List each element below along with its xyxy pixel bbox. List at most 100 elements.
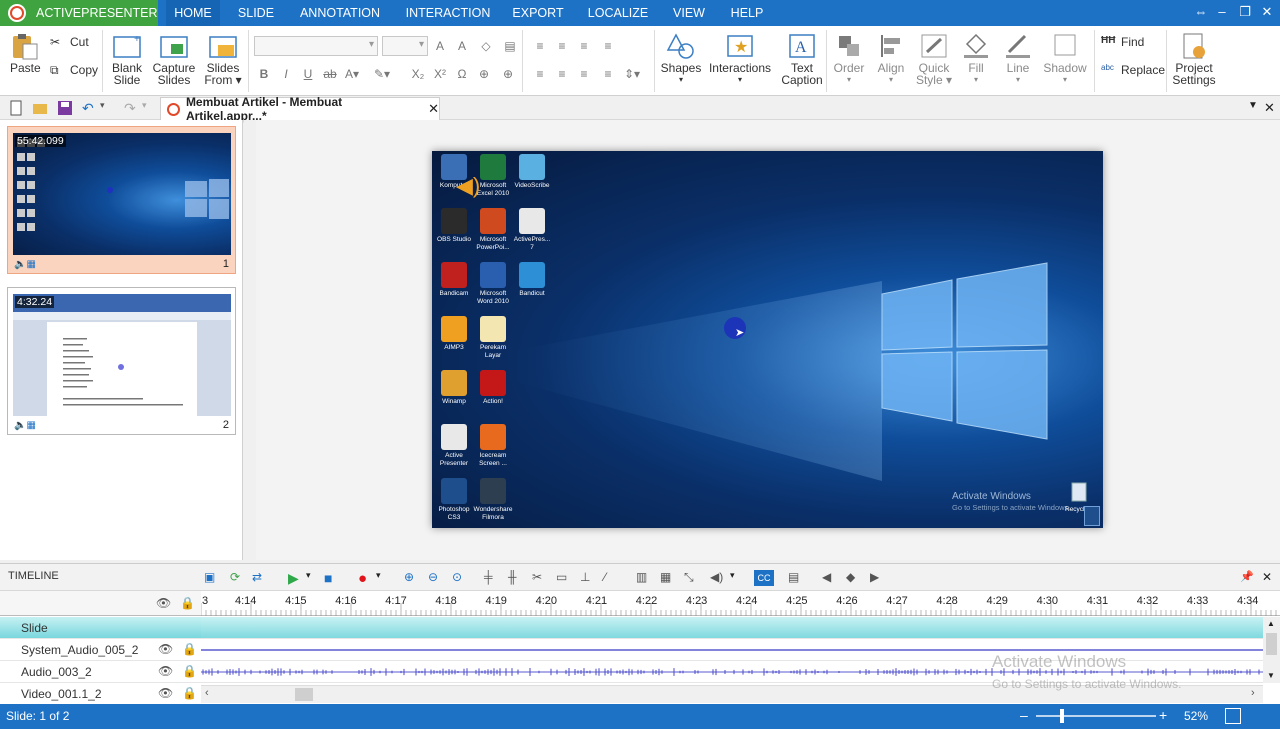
menu-annotation[interactable]: ANNOTATION (292, 0, 388, 26)
menu-localize[interactable]: LOCALIZE (580, 0, 656, 26)
underline-icon[interactable]: U (300, 66, 316, 82)
quick-style-button[interactable]: Quick Style ▾ (914, 32, 954, 86)
crop-icon[interactable]: ▭ (556, 570, 572, 586)
play-icon[interactable]: ▶ (288, 570, 304, 586)
align-button[interactable]: Align ▾ (872, 32, 910, 86)
capture-slides-button[interactable]: Capture Slides (152, 32, 196, 86)
zoom-out-icon[interactable]: ⊖ (428, 570, 444, 586)
desktop-icon[interactable]: Perekam Layar (473, 316, 513, 360)
menu-interaction[interactable]: INTERACTION (400, 0, 496, 26)
track-visibility-icon[interactable]: 👁 (158, 664, 173, 678)
redo-dropdown-icon[interactable]: ▾ (142, 100, 158, 116)
desktop-icon[interactable]: Photoshop CS3 (434, 478, 474, 522)
decrease-indent-icon[interactable]: ≡ (576, 38, 592, 54)
font-size-combo[interactable] (382, 36, 428, 56)
minimize-icon[interactable]: – (1214, 4, 1230, 20)
desktop-icon[interactable]: Bandicam (434, 262, 474, 298)
desktop-icon[interactable]: ActivePres... 7 (512, 208, 552, 252)
track-lock-icon[interactable]: 🔒 (182, 642, 197, 656)
zoom-slider[interactable] (1036, 715, 1156, 717)
restore-toolbar-icon[interactable]: ⇔ (1193, 4, 1209, 20)
subscript-icon[interactable]: X₂ (410, 66, 426, 82)
record-dropdown-icon[interactable]: ▾ (376, 570, 392, 586)
increase-font-icon[interactable]: A (432, 38, 448, 54)
strikethrough-icon[interactable]: ab (322, 66, 338, 82)
desktop-icon[interactable]: Winamp (434, 370, 474, 406)
timeline-ruler[interactable]: 3 4:14 4:15 4:16 4:17 4:18 4:19 4:20 4:21 4:22 4:2… (201, 591, 1280, 616)
order-button[interactable]: Order ▾ (830, 32, 868, 86)
find-button[interactable]: ĦĦ Find (1101, 35, 1144, 49)
change-speed-icon[interactable]: ⁄ (604, 570, 620, 586)
document-tab[interactable]: Membuat Artikel - Membuat Artikel.appr..… (160, 95, 440, 123)
interactions-button[interactable]: ★ Interactions ▾ (708, 32, 772, 86)
cut-button[interactable]: ✂ Cut (50, 35, 89, 49)
decrease-font-icon[interactable]: A (454, 38, 470, 54)
desktop-icon[interactable]: Bandicut (512, 262, 552, 298)
vertical-scrollbar-thumb[interactable] (1266, 633, 1277, 655)
redo-icon[interactable]: ↷ (124, 100, 140, 116)
caption-list-icon[interactable]: ▤ (788, 570, 804, 586)
play-dropdown-icon[interactable]: ▾ (306, 570, 322, 586)
cut-range-icon[interactable]: ✂ (532, 570, 548, 586)
desktop-icon[interactable]: Wondershare Filmora (473, 478, 513, 522)
highlight-icon[interactable]: ✎▾ (374, 66, 390, 82)
format-painter-icon[interactable]: ▤ (502, 38, 518, 54)
lock-all-icon[interactable]: 🔒 (180, 596, 195, 610)
zoom-in-button[interactable]: + (1159, 707, 1167, 723)
timeline-vertical-scrollbar[interactable]: ▲ ▼ (1263, 617, 1280, 683)
copy-button[interactable]: ⧉ Copy (50, 63, 98, 77)
numbered-list-icon[interactable]: ≡ (532, 38, 548, 54)
paste-button[interactable]: Paste (10, 32, 41, 74)
timeline-sync-icon[interactable]: ⟳ (230, 570, 246, 586)
font-color-icon[interactable]: A▾ (344, 66, 360, 82)
zoom-fit-icon[interactable]: ⊙ (452, 570, 468, 586)
close-timeline-icon[interactable]: ✕ (1262, 570, 1278, 586)
track-label-slide[interactable]: Slide (0, 617, 201, 639)
marker-icon[interactable]: ◆ (846, 570, 862, 586)
scroll-left-icon[interactable]: ‹ (205, 687, 209, 699)
text-caption-button[interactable]: A Text Caption (780, 32, 824, 86)
replace-button[interactable]: abc Replace (1101, 63, 1165, 77)
align-left-icon[interactable]: ≡ (532, 66, 548, 82)
scrollbar-thumb[interactable] (295, 688, 313, 701)
justify-icon[interactable]: ≡ (600, 66, 616, 82)
zoom-slider-thumb[interactable] (1060, 709, 1064, 723)
freeze-frame-icon[interactable]: ▥ (636, 570, 652, 586)
clear-format-icon[interactable]: ◇ (478, 38, 494, 54)
desktop-icon[interactable]: VideoScribe (512, 154, 552, 190)
line-spacing-icon[interactable]: ⇕▾ (624, 66, 640, 82)
web-link-icon[interactable]: ⊕ (500, 66, 516, 82)
shapes-button[interactable]: Shapes ▾ (660, 32, 702, 86)
align-center-icon[interactable]: ≡ (554, 66, 570, 82)
symbol-icon[interactable]: Ω (454, 66, 470, 82)
superscript-icon[interactable]: X² (432, 66, 448, 82)
tab-list-icon[interactable]: ▼ (1248, 100, 1264, 116)
volume-icon[interactable]: ◀) (710, 570, 726, 586)
italic-icon[interactable]: I (278, 66, 294, 82)
previous-marker-icon[interactable]: ◀ (822, 570, 838, 586)
closed-caption-icon[interactable]: CC (754, 570, 774, 586)
pointer-path-icon[interactable]: ⤡ (684, 570, 700, 586)
timeline-slide-icon[interactable]: ▣ (204, 570, 220, 586)
desktop-icon[interactable]: Active Presenter (434, 424, 474, 468)
timeline-loop-icon[interactable]: ⇄ (252, 570, 268, 586)
menu-home[interactable]: HOME (166, 0, 220, 26)
increase-indent-icon[interactable]: ≡ (600, 38, 616, 54)
bold-icon[interactable]: B (256, 66, 272, 82)
close-tab-icon[interactable]: ✕ (428, 101, 439, 117)
menu-export[interactable]: EXPORT (506, 0, 570, 26)
slides-from-button[interactable]: Slides From ▾ (204, 32, 242, 86)
slide-thumbnail-2[interactable]: 4:32.24 🔈▦ 2 (7, 287, 236, 435)
pin-panel-icon[interactable]: 📌 (1240, 570, 1256, 586)
font-family-combo[interactable] (254, 36, 378, 56)
desktop-icon[interactable]: Icecream Screen ... (473, 424, 513, 468)
maximize-icon[interactable]: ❐ (1237, 4, 1253, 20)
track-lock-icon[interactable]: 🔒 (182, 686, 197, 700)
next-marker-icon[interactable]: ▶ (870, 570, 886, 586)
app-brand-tab[interactable]: ACTIVEPRESENTER (0, 0, 158, 26)
undo-icon[interactable]: ↶ (82, 100, 98, 116)
visibility-all-icon[interactable]: 👁 (156, 596, 171, 610)
blank-slide-button[interactable]: + Blank Slide (110, 32, 144, 86)
scroll-down-icon[interactable]: ▼ (1267, 671, 1275, 680)
track-slide[interactable] (201, 617, 1263, 639)
